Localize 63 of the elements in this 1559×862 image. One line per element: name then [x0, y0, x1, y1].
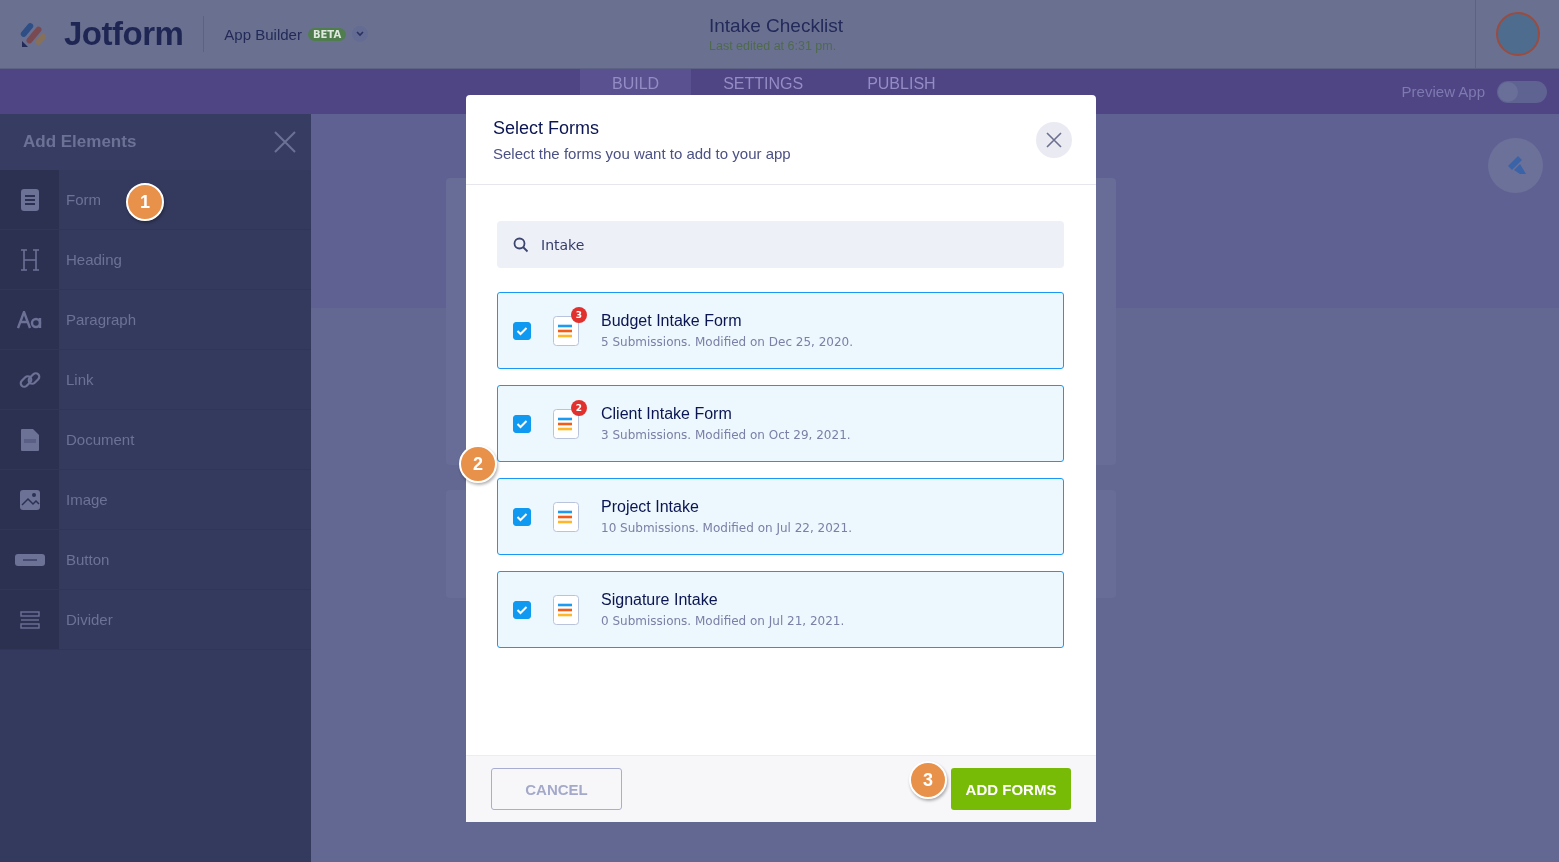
- checkmark-icon: [516, 511, 528, 522]
- element-item[interactable]: Divider: [0, 590, 311, 650]
- form-details: 3 Submissions. Modified on Oct 29, 2021.: [601, 428, 851, 442]
- element-item[interactable]: Button: [0, 530, 311, 590]
- element-label: Image: [66, 491, 108, 508]
- last-edited-text: Last edited at 6:31 pm.: [709, 39, 838, 53]
- checkmark-icon: [516, 604, 528, 615]
- form-list-item[interactable]: 2 Client Intake Form 3 Submissions. Modified on Oct 29, 2021.: [497, 385, 1064, 462]
- button-shape-icon: [14, 553, 45, 566]
- element-item[interactable]: Link: [0, 350, 311, 410]
- app-title: Intake Checklist: [709, 15, 845, 37]
- element-item[interactable]: Heading: [0, 230, 311, 290]
- close-button[interactable]: [1036, 121, 1072, 158]
- form-icon: [553, 594, 579, 625]
- notification-badge: 2: [571, 399, 587, 416]
- search-field[interactable]: Intake: [497, 221, 1064, 268]
- checkbox[interactable]: [513, 414, 531, 433]
- text-size-icon: [16, 310, 43, 329]
- form-name: Signature Intake: [601, 591, 719, 609]
- beta-badge: BETA: [307, 27, 347, 41]
- element-label: Paragraph: [66, 311, 137, 328]
- dialog-subtitle: Select the forms you want to add to your app: [493, 144, 791, 162]
- form-name: Client Intake Form: [601, 405, 733, 423]
- element-item[interactable]: Paragraph: [0, 290, 311, 350]
- preview-toggle[interactable]: [1497, 80, 1547, 103]
- divider-icon: [19, 610, 40, 629]
- form-details: 10 Submissions. Modified on Jul 22, 2021.: [601, 521, 852, 535]
- add-forms-button[interactable]: ADD FORMS: [951, 768, 1071, 810]
- form-name: Project Intake: [601, 498, 700, 516]
- caret-icon: [355, 30, 366, 38]
- close-icon: [1045, 130, 1063, 149]
- pdf-file-icon: [19, 427, 40, 452]
- logo-text: Jotform: [64, 15, 184, 53]
- form-name: Budget Intake Form: [601, 312, 743, 330]
- element-label: Document: [66, 431, 135, 448]
- checkbox[interactable]: [513, 600, 531, 619]
- element-item[interactable]: Document: [0, 410, 311, 470]
- checkbox[interactable]: [513, 321, 531, 340]
- element-label: Divider: [66, 611, 113, 628]
- tab[interactable]: SETTINGS: [691, 69, 836, 114]
- document-icon: [19, 187, 40, 212]
- form-list-item[interactable]: Signature Intake 0 Submissions. Modified on Jul 21, 2021.: [497, 571, 1064, 648]
- form-details: 5 Submissions. Modified on Dec 25, 2020.: [601, 335, 854, 349]
- form-list-item[interactable]: 3 Budget Intake Form 5 Submissions. Modified on Dec 25, 2020.: [497, 292, 1064, 369]
- cancel-button[interactable]: CANCEL: [491, 768, 622, 810]
- close-icon[interactable]: [274, 131, 296, 153]
- element-label: Form: [66, 191, 101, 208]
- element-label: Heading: [66, 251, 122, 268]
- form-details: 0 Submissions. Modified on Jul 21, 2021.: [601, 614, 845, 628]
- dropdown-button[interactable]: [352, 26, 369, 42]
- element-label: Link: [66, 371, 94, 388]
- element-label: Button: [66, 551, 110, 568]
- notification-badge: 3: [571, 306, 587, 323]
- checkmark-icon: [516, 418, 528, 429]
- product-name: App Builder: [224, 25, 302, 43]
- tab[interactable]: PUBLISH: [835, 69, 968, 114]
- checkbox[interactable]: [513, 507, 531, 526]
- checkmark-icon: [516, 325, 528, 336]
- dialog-title: Select Forms: [493, 117, 601, 139]
- form-icon: [553, 501, 579, 532]
- element-item[interactable]: Image: [0, 470, 311, 530]
- image-icon: [18, 488, 41, 511]
- form-list-item[interactable]: Project Intake 10 Submissions. Modified on Jul 22, 2021.: [497, 478, 1064, 555]
